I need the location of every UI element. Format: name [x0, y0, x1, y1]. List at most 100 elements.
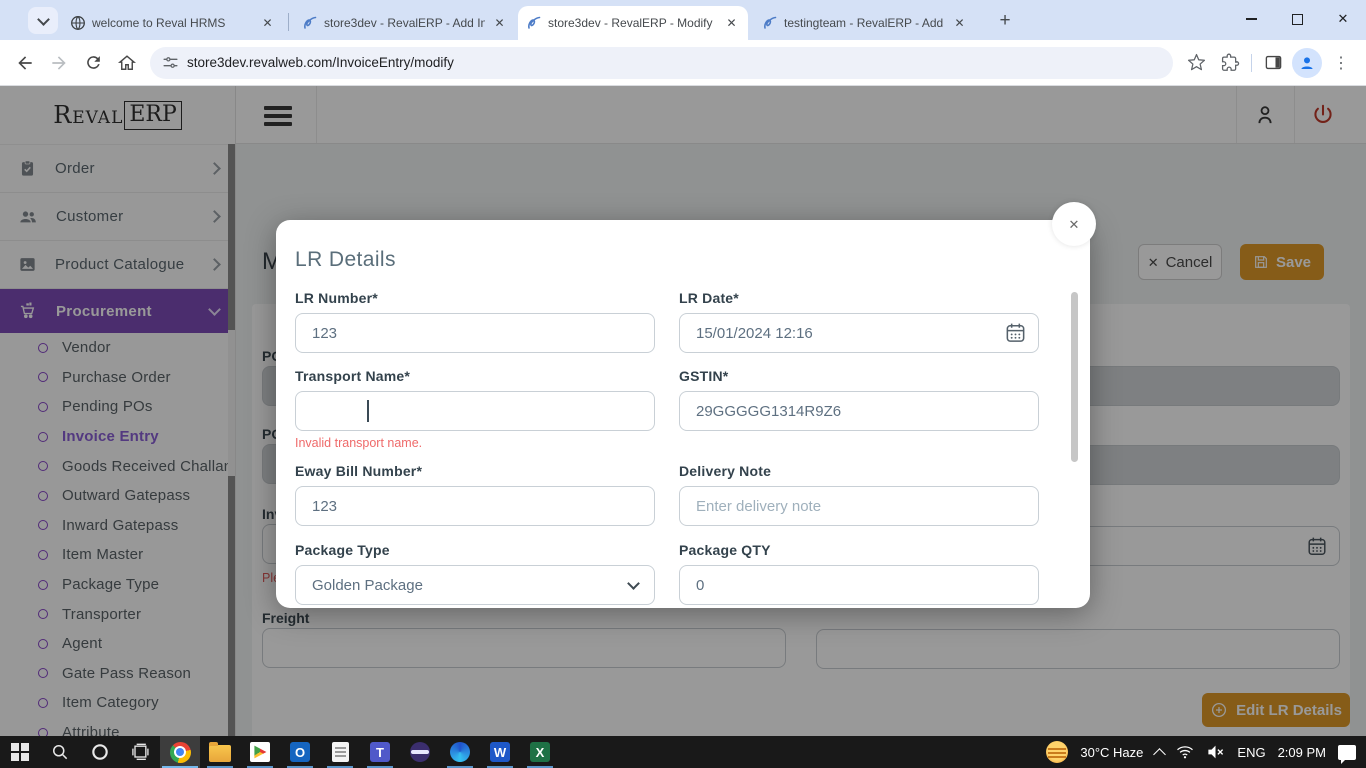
taskbar-explorer-button[interactable]: [200, 736, 240, 768]
outlook-icon: [290, 742, 310, 762]
tab-modify-invoice-active[interactable]: store3dev - RevalERP - Modify In: [518, 6, 748, 40]
excel-icon: [530, 742, 550, 762]
tab-close-icon[interactable]: [259, 15, 276, 32]
transport-name-field: Transport Name* Invalid transport name.: [295, 368, 655, 450]
tab-title: store3dev - RevalERP - Modify In: [548, 16, 717, 30]
delivery-note-field: Delivery Note: [679, 463, 1039, 526]
taskbar-teams-button[interactable]: [360, 736, 400, 768]
home-button[interactable]: [110, 46, 144, 80]
browser-menu-icon[interactable]: [1324, 46, 1358, 80]
weather-haze-icon[interactable]: [1046, 741, 1068, 763]
browser-tab-strip: welcome to Reval HRMS store3dev - RevalE…: [0, 0, 1366, 40]
url-bar[interactable]: store3dev.revalweb.com/InvoiceEntry/modi…: [150, 47, 1173, 79]
tab-close-icon[interactable]: [723, 15, 740, 32]
taskbar-chrome-button[interactable]: [160, 736, 200, 768]
taskbar-search-button[interactable]: [40, 736, 80, 768]
windows-taskbar: 30°C Haze ENG 2:09 PM: [0, 736, 1366, 768]
start-button[interactable]: [0, 736, 40, 768]
gstin-field: GSTIN*: [679, 368, 1039, 431]
word-icon: [490, 742, 510, 762]
cortana-button[interactable]: [80, 736, 120, 768]
clock[interactable]: 2:09 PM: [1278, 745, 1326, 760]
taskbar-excel-button[interactable]: [520, 736, 560, 768]
task-view-icon: [130, 742, 150, 762]
tab-close-icon[interactable]: [951, 15, 968, 32]
package-type-select[interactable]: Golden Package: [295, 565, 655, 605]
modal-close-button[interactable]: [1052, 202, 1096, 246]
eclipse-icon: [410, 742, 430, 762]
search-icon: [50, 742, 70, 762]
app-viewport: RevalERP Order Customer Product Catalogu…: [0, 86, 1366, 736]
window-maximize-button[interactable]: [1274, 0, 1320, 38]
chevron-down-icon: [627, 577, 640, 590]
language-indicator[interactable]: ENG: [1237, 745, 1265, 760]
close-icon: [1069, 216, 1080, 233]
tab-search-button[interactable]: [28, 7, 58, 34]
extensions-icon[interactable]: [1213, 46, 1247, 80]
notepad-icon: [332, 742, 349, 762]
tab-title: store3dev - RevalERP - Add Invo: [324, 16, 485, 30]
gstin-input[interactable]: [679, 391, 1039, 431]
tab-title: testingteam - RevalERP - Add Wo: [784, 16, 945, 30]
edge-icon: [450, 742, 470, 762]
taskbar-media-app-button[interactable]: [240, 736, 280, 768]
lr-date-input[interactable]: [679, 313, 1039, 353]
eway-bill-input[interactable]: [295, 486, 655, 526]
lr-number-input[interactable]: [295, 313, 655, 353]
tab-separator: [288, 13, 289, 31]
modal-title: LR Details: [295, 248, 396, 272]
tab-close-icon[interactable]: [491, 15, 508, 32]
text-cursor: [367, 400, 369, 422]
reval-favicon: [526, 15, 542, 31]
back-button[interactable]: [8, 46, 42, 80]
tab-add-invoice[interactable]: store3dev - RevalERP - Add Invo: [294, 6, 516, 40]
taskbar-tray: 30°C Haze ENG 2:09 PM: [1046, 736, 1366, 768]
triangle-app-icon: [250, 742, 270, 762]
site-settings-icon[interactable]: [162, 54, 179, 71]
window-minimize-button[interactable]: [1228, 0, 1274, 38]
transport-name-input[interactable]: [295, 391, 655, 431]
action-center-icon[interactable]: [1338, 745, 1356, 760]
taskbar-word-button[interactable]: [480, 736, 520, 768]
new-tab-button[interactable]: [992, 8, 1018, 34]
chevron-down-icon: [37, 13, 50, 26]
reval-favicon: [762, 15, 778, 31]
modal-scrollbar-thumb[interactable]: [1071, 292, 1078, 462]
transport-name-error: Invalid transport name.: [295, 436, 655, 450]
tab-reval-hrms[interactable]: welcome to Reval HRMS: [62, 6, 284, 40]
bookmark-star-icon[interactable]: [1179, 46, 1213, 80]
taskbar-notepad-button[interactable]: [320, 736, 360, 768]
reval-favicon: [302, 15, 318, 31]
volume-muted-icon[interactable]: [1206, 744, 1225, 760]
toolbar-divider: [1251, 54, 1252, 72]
task-view-button[interactable]: [120, 736, 160, 768]
tray-expand-icon[interactable]: [1154, 748, 1167, 761]
url-text: store3dev.revalweb.com/InvoiceEntry/modi…: [187, 55, 454, 70]
reload-button[interactable]: [76, 46, 110, 80]
file-explorer-icon: [209, 745, 231, 762]
teams-icon: [370, 742, 390, 762]
lr-details-modal-body: LR Details LR Number* LR Date* Transport…: [276, 220, 1090, 608]
weather-text[interactable]: 30°C Haze: [1080, 745, 1143, 760]
globe-icon: [70, 15, 86, 31]
taskbar-outlook-button[interactable]: [280, 736, 320, 768]
window-close-button[interactable]: [1320, 0, 1366, 38]
tab-add-work[interactable]: testingteam - RevalERP - Add Wo: [754, 6, 976, 40]
lr-date-field: LR Date*: [679, 290, 1039, 353]
lr-details-modal: LR Details LR Number* LR Date* Transport…: [276, 220, 1090, 608]
calendar-icon[interactable]: [1004, 321, 1027, 344]
windows-logo-icon: [11, 743, 29, 761]
taskbar-eclipse-button[interactable]: [400, 736, 440, 768]
side-panel-icon[interactable]: [1256, 46, 1290, 80]
delivery-note-input[interactable]: [679, 486, 1039, 526]
lr-number-field: LR Number*: [295, 290, 655, 353]
tab-title: welcome to Reval HRMS: [92, 16, 253, 30]
taskbar-edge-button[interactable]: [440, 736, 480, 768]
wifi-icon[interactable]: [1176, 744, 1194, 760]
forward-button[interactable]: [42, 46, 76, 80]
cortana-icon: [90, 742, 110, 762]
eway-bill-field: Eway Bill Number*: [295, 463, 655, 526]
package-qty-input[interactable]: [679, 565, 1039, 605]
profile-avatar[interactable]: [1290, 46, 1324, 80]
browser-toolbar: store3dev.revalweb.com/InvoiceEntry/modi…: [0, 40, 1366, 86]
